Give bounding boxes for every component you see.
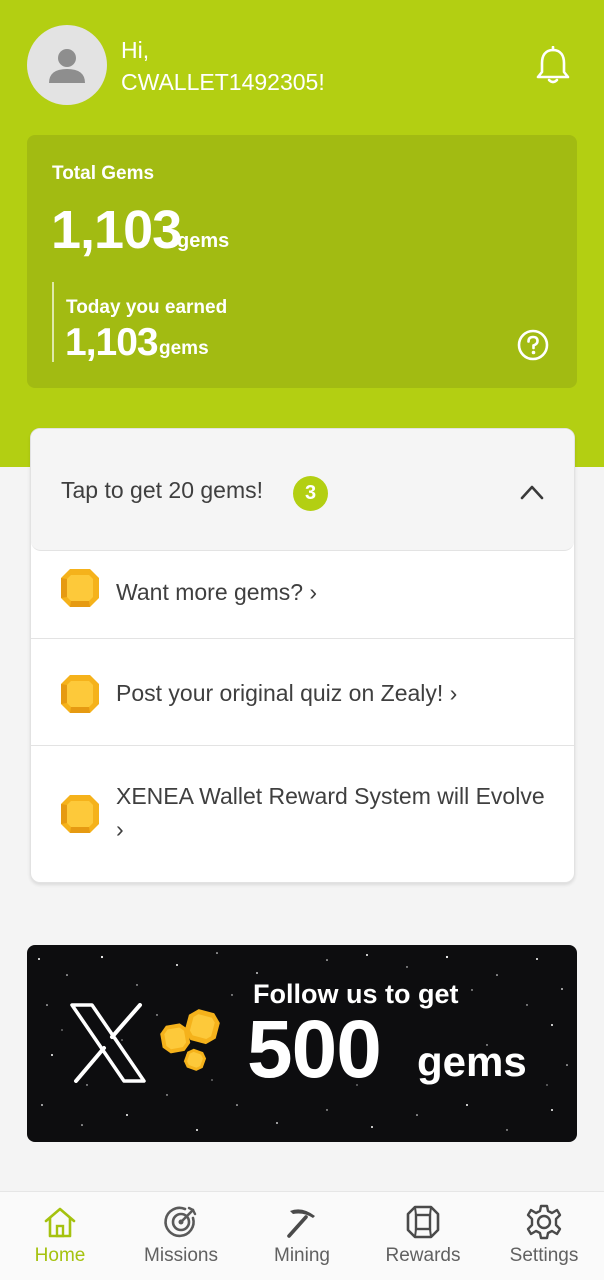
nav-label: Mining bbox=[274, 1245, 330, 1266]
question-circle-icon[interactable] bbox=[517, 329, 549, 361]
task-item-want-more-gems[interactable]: Want more gems? › bbox=[31, 551, 574, 638]
bell-icon[interactable] bbox=[534, 46, 572, 86]
banner-amount: 500 bbox=[247, 1004, 382, 1095]
task-item-reward-system[interactable]: XENEA Wallet Reward System will Evolve › bbox=[31, 745, 574, 880]
today-earned-value: 1,103 bbox=[65, 321, 159, 364]
nav-label: Settings bbox=[509, 1245, 579, 1266]
today-divider bbox=[52, 282, 54, 362]
gem-icon bbox=[61, 569, 99, 607]
nav-item-missions[interactable]: Missions bbox=[121, 1192, 241, 1280]
total-gems-value: 1,103 bbox=[51, 200, 182, 260]
gem-icon bbox=[61, 795, 99, 833]
gem-icon bbox=[61, 675, 99, 713]
banner-unit: gems bbox=[417, 1038, 527, 1085]
target-icon bbox=[164, 1206, 197, 1238]
user-avatar-icon bbox=[49, 49, 85, 83]
nav-item-settings[interactable]: Settings bbox=[484, 1192, 604, 1280]
today-earned-label: Today you earned bbox=[66, 297, 228, 318]
nav-item-rewards[interactable]: Rewards bbox=[363, 1192, 483, 1280]
nav-item-mining[interactable]: Mining bbox=[242, 1192, 362, 1280]
task-item-zealy-quiz[interactable]: Post your original quiz on Zealy! › bbox=[31, 638, 574, 745]
home-icon bbox=[44, 1207, 76, 1238]
gear-icon bbox=[526, 1204, 562, 1240]
total-gems-card: Total Gems 1,103 gems Today you earned 1… bbox=[27, 135, 577, 388]
nav-label: Home bbox=[34, 1245, 86, 1266]
username: CWALLET1492305! bbox=[121, 69, 325, 95]
chevron-up-icon[interactable] bbox=[519, 481, 545, 503]
gem-outline-icon bbox=[406, 1205, 440, 1239]
bottom-nav: Home Missions Mining Rewards Settings bbox=[0, 1191, 604, 1280]
tasks-title: Tap to get 20 gems! bbox=[61, 477, 264, 503]
avatar[interactable] bbox=[27, 25, 107, 105]
pickaxe-icon bbox=[287, 1209, 315, 1238]
follow-x-banner[interactable]: Follow us to get 500 gems bbox=[27, 945, 577, 1142]
tasks-panel: Tap to get 20 gems! 3 Want more gems? › … bbox=[30, 428, 575, 883]
task-label: XENEA Wallet Reward System will Evolve › bbox=[116, 783, 545, 842]
greeting-hi: Hi, bbox=[121, 37, 150, 63]
gems-cluster-icon bbox=[160, 1009, 220, 1071]
nav-label: Rewards bbox=[385, 1245, 461, 1266]
total-gems-unit: gems bbox=[177, 230, 230, 252]
task-label: Post your original quiz on Zealy! › bbox=[116, 680, 458, 706]
tasks-count-badge: 3 bbox=[293, 476, 328, 511]
nav-label: Missions bbox=[144, 1245, 218, 1266]
tasks-header[interactable]: Tap to get 20 gems! 3 bbox=[31, 429, 574, 551]
total-gems-label: Total Gems bbox=[52, 163, 155, 184]
today-earned-unit: gems bbox=[159, 338, 209, 359]
greeting: Hi, CWALLET1492305! bbox=[121, 34, 325, 98]
nav-item-home[interactable]: Home bbox=[0, 1192, 120, 1280]
task-label: Want more gems? › bbox=[116, 579, 318, 605]
x-logo-icon bbox=[70, 1003, 146, 1083]
